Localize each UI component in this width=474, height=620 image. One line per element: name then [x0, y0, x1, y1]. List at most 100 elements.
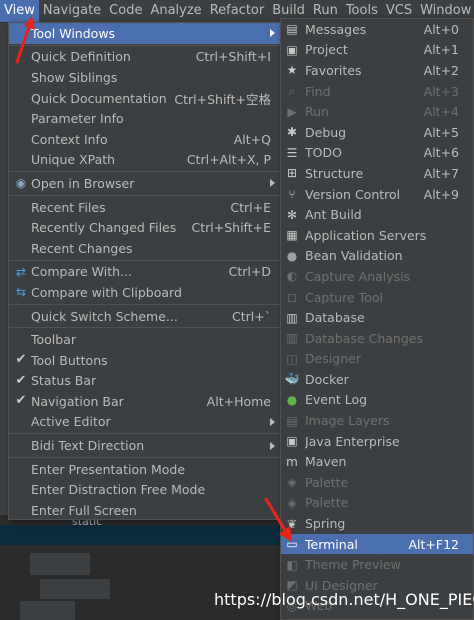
- menu-separator: [9, 171, 281, 173]
- menu-item-shortcut: Ctrl+Shift+I: [195, 49, 271, 65]
- blurred-region: [40, 579, 110, 599]
- capture-analysis-icon: ◐: [286, 269, 298, 284]
- tool-window-item-project[interactable]: ▣ Project Alt+1: [281, 40, 473, 61]
- designer-icon: ◫: [286, 351, 298, 366]
- tool-window-item-structure[interactable]: ⊞ Structure Alt+7: [281, 163, 473, 184]
- tool-window-item-designer: ◫ Designer: [281, 349, 473, 370]
- menu-item-label: Parameter Info: [31, 111, 124, 127]
- submenu-arrow-icon: [270, 441, 275, 450]
- menu-item-label: Recent Files: [31, 199, 106, 215]
- tool-window-item-image-layers: ▤ Image Layers: [281, 410, 473, 431]
- menu-item-label: Application Servers: [305, 227, 427, 243]
- tool-window-item-ant-build[interactable]: ✻ Ant Build: [281, 204, 473, 225]
- menu-item-label: Status Bar: [31, 373, 97, 389]
- tool-window-item-palette: ◈ Palette: [281, 472, 473, 493]
- tool-window-item-spring[interactable]: ❦ Spring: [281, 513, 473, 534]
- view-menu-item-enter-full-screen[interactable]: Enter Full Screen: [9, 500, 281, 521]
- tool-window-item-find: ⌕ Find Alt+3: [281, 81, 473, 102]
- menu-separator: [9, 327, 281, 329]
- menu-separator: [9, 433, 281, 435]
- menu-item-label: Bean Validation: [305, 248, 403, 264]
- view-menu-item-context-info[interactable]: Context Info Alt+Q: [9, 129, 281, 150]
- menu-item-shortcut: Ctrl+E: [230, 199, 271, 215]
- view-menu-item-toolbar[interactable]: Toolbar: [9, 329, 281, 350]
- tool-window-item-version-control[interactable]: ⑂ Version Control Alt+9: [281, 184, 473, 205]
- checkmark-icon: ✔: [15, 372, 27, 388]
- annotation-arrow-tool-windows: [15, 16, 35, 64]
- menu-item-shortcut: Alt+1: [423, 42, 459, 58]
- view-menu-item-compare-with[interactable]: ⇄ Compare With... Ctrl+D: [9, 262, 281, 283]
- menubar-navigate[interactable]: Navigate: [39, 0, 105, 22]
- tool-window-item-todo[interactable]: ☰ TODO Alt+6: [281, 143, 473, 164]
- menu-item-shortcut: Alt+5: [423, 124, 459, 140]
- servers-icon: ▦: [286, 228, 298, 243]
- tool-window-item-bean-validation[interactable]: ● Bean Validation: [281, 246, 473, 267]
- tool-window-item-messages[interactable]: ▤ Messages Alt+0: [281, 19, 473, 40]
- menu-item-label: Debug: [305, 124, 347, 140]
- menu-item-label: Terminal: [305, 536, 358, 552]
- menu-item-shortcut: Alt+9: [423, 186, 459, 202]
- view-menu-item-compare-with-clipboard[interactable]: ⇆ Compare with Clipboard: [9, 282, 281, 303]
- palette-icon: ◈: [287, 475, 297, 490]
- view-menu-item-enter-distraction-free-mode[interactable]: Enter Distraction Free Mode: [9, 479, 281, 500]
- menubar-code[interactable]: Code: [105, 0, 146, 22]
- view-menu-item-active-editor[interactable]: Active Editor: [9, 412, 281, 433]
- view-menu-item-quick-switch-scheme[interactable]: Quick Switch Scheme... Ctrl+`: [9, 306, 281, 327]
- view-menu-item-status-bar[interactable]: ✔ Status Bar: [9, 371, 281, 392]
- menu-item-label: Event Log: [305, 392, 368, 408]
- view-menu-item-unique-xpath[interactable]: Unique XPath Ctrl+Alt+X, P: [9, 150, 281, 171]
- tool-window-item-docker[interactable]: 🐳 Docker: [281, 369, 473, 390]
- tool-window-item-favorites[interactable]: ★ Favorites Alt+2: [281, 60, 473, 81]
- bean-icon: ●: [286, 248, 298, 263]
- menu-item-label: Open in Browser: [31, 175, 135, 191]
- menu-item-label: Java Enterprise: [305, 433, 400, 449]
- event-log-icon: ●: [286, 392, 298, 407]
- menubar-refactor[interactable]: Refactor: [206, 0, 269, 22]
- menu-item-shortcut: Alt+7: [423, 165, 459, 181]
- docker-icon: 🐳: [284, 372, 300, 387]
- java-enterprise-icon: ▣: [286, 434, 298, 449]
- tool-window-item-terminal[interactable]: ▭ Terminal Alt+F12: [281, 533, 473, 555]
- view-menu-item-show-siblings[interactable]: Show Siblings: [9, 67, 281, 88]
- menubar-analyze[interactable]: Analyze: [146, 0, 205, 22]
- menu-item-label: Toolbar: [31, 332, 77, 348]
- compare-clipboard-icon: ⇆: [15, 285, 27, 300]
- view-menu-item-parameter-info[interactable]: Parameter Info: [9, 108, 281, 129]
- view-menu-item-navigation-bar[interactable]: ✔ Navigation Bar Alt+Home: [9, 391, 281, 412]
- tool-window-item-debug[interactable]: ✱ Debug Alt+5: [281, 122, 473, 143]
- menu-item-label: Recently Changed Files: [31, 220, 177, 236]
- menu-item-label: Quick Switch Scheme...: [31, 308, 178, 324]
- tool-window-item-maven[interactable]: m Maven: [281, 451, 473, 472]
- view-menu-item-open-in-browser[interactable]: ◉ Open in Browser: [9, 173, 281, 194]
- menu-item-label: Active Editor: [31, 414, 111, 430]
- view-menu-item-recent-files[interactable]: Recent Files Ctrl+E: [9, 197, 281, 218]
- menu-item-label: Quick Definition: [31, 49, 131, 65]
- tool-window-item-theme-preview: ◧ Theme Preview: [281, 554, 473, 575]
- search-icon: ⌕: [288, 84, 296, 99]
- menu-item-label: Tool Buttons: [31, 352, 108, 368]
- menu-item-shortcut: Alt+3: [423, 83, 459, 99]
- tool-window-item-event-log[interactable]: ● Event Log: [281, 390, 473, 411]
- database-icon: ▥: [286, 310, 298, 325]
- view-menu-item-quick-definition[interactable]: Quick Definition Ctrl+Shift+I: [9, 47, 281, 68]
- tool-window-item-application-servers[interactable]: ▦ Application Servers: [281, 225, 473, 246]
- tool-window-item-java-enterprise[interactable]: ▣ Java Enterprise: [281, 431, 473, 452]
- menu-separator: [9, 44, 281, 46]
- view-menu-item-tool-windows[interactable]: Tool Windows: [9, 23, 281, 44]
- menu-item-label: Capture Analysis: [305, 268, 411, 284]
- theme-preview-icon: ◧: [286, 557, 298, 572]
- menu-item-shortcut: Alt+Q: [233, 131, 271, 147]
- compare-icon: ⇄: [15, 264, 27, 279]
- tool-window-item-capture-tool: ◻ Capture Tool: [281, 287, 473, 308]
- view-menu-item-recent-changes[interactable]: Recent Changes: [9, 238, 281, 259]
- view-menu-item-quick-documentation[interactable]: Quick Documentation Ctrl+Shift+空格: [9, 88, 281, 109]
- submenu-arrow-icon: [270, 179, 275, 188]
- menu-item-label: Compare With...: [31, 264, 132, 280]
- view-menu-item-tool-buttons[interactable]: ✔ Tool Buttons: [9, 350, 281, 371]
- tool-window-item-database[interactable]: ▥ Database: [281, 307, 473, 328]
- view-menu-item-enter-presentation-mode[interactable]: Enter Presentation Mode: [9, 459, 281, 480]
- menu-item-label: Maven: [305, 454, 347, 470]
- view-menu-item-recently-changed-files[interactable]: Recently Changed Files Ctrl+Shift+E: [9, 217, 281, 238]
- menu-item-label: Tool Windows: [31, 25, 116, 41]
- view-menu-item-bidi-text-direction[interactable]: Bidi Text Direction: [9, 435, 281, 456]
